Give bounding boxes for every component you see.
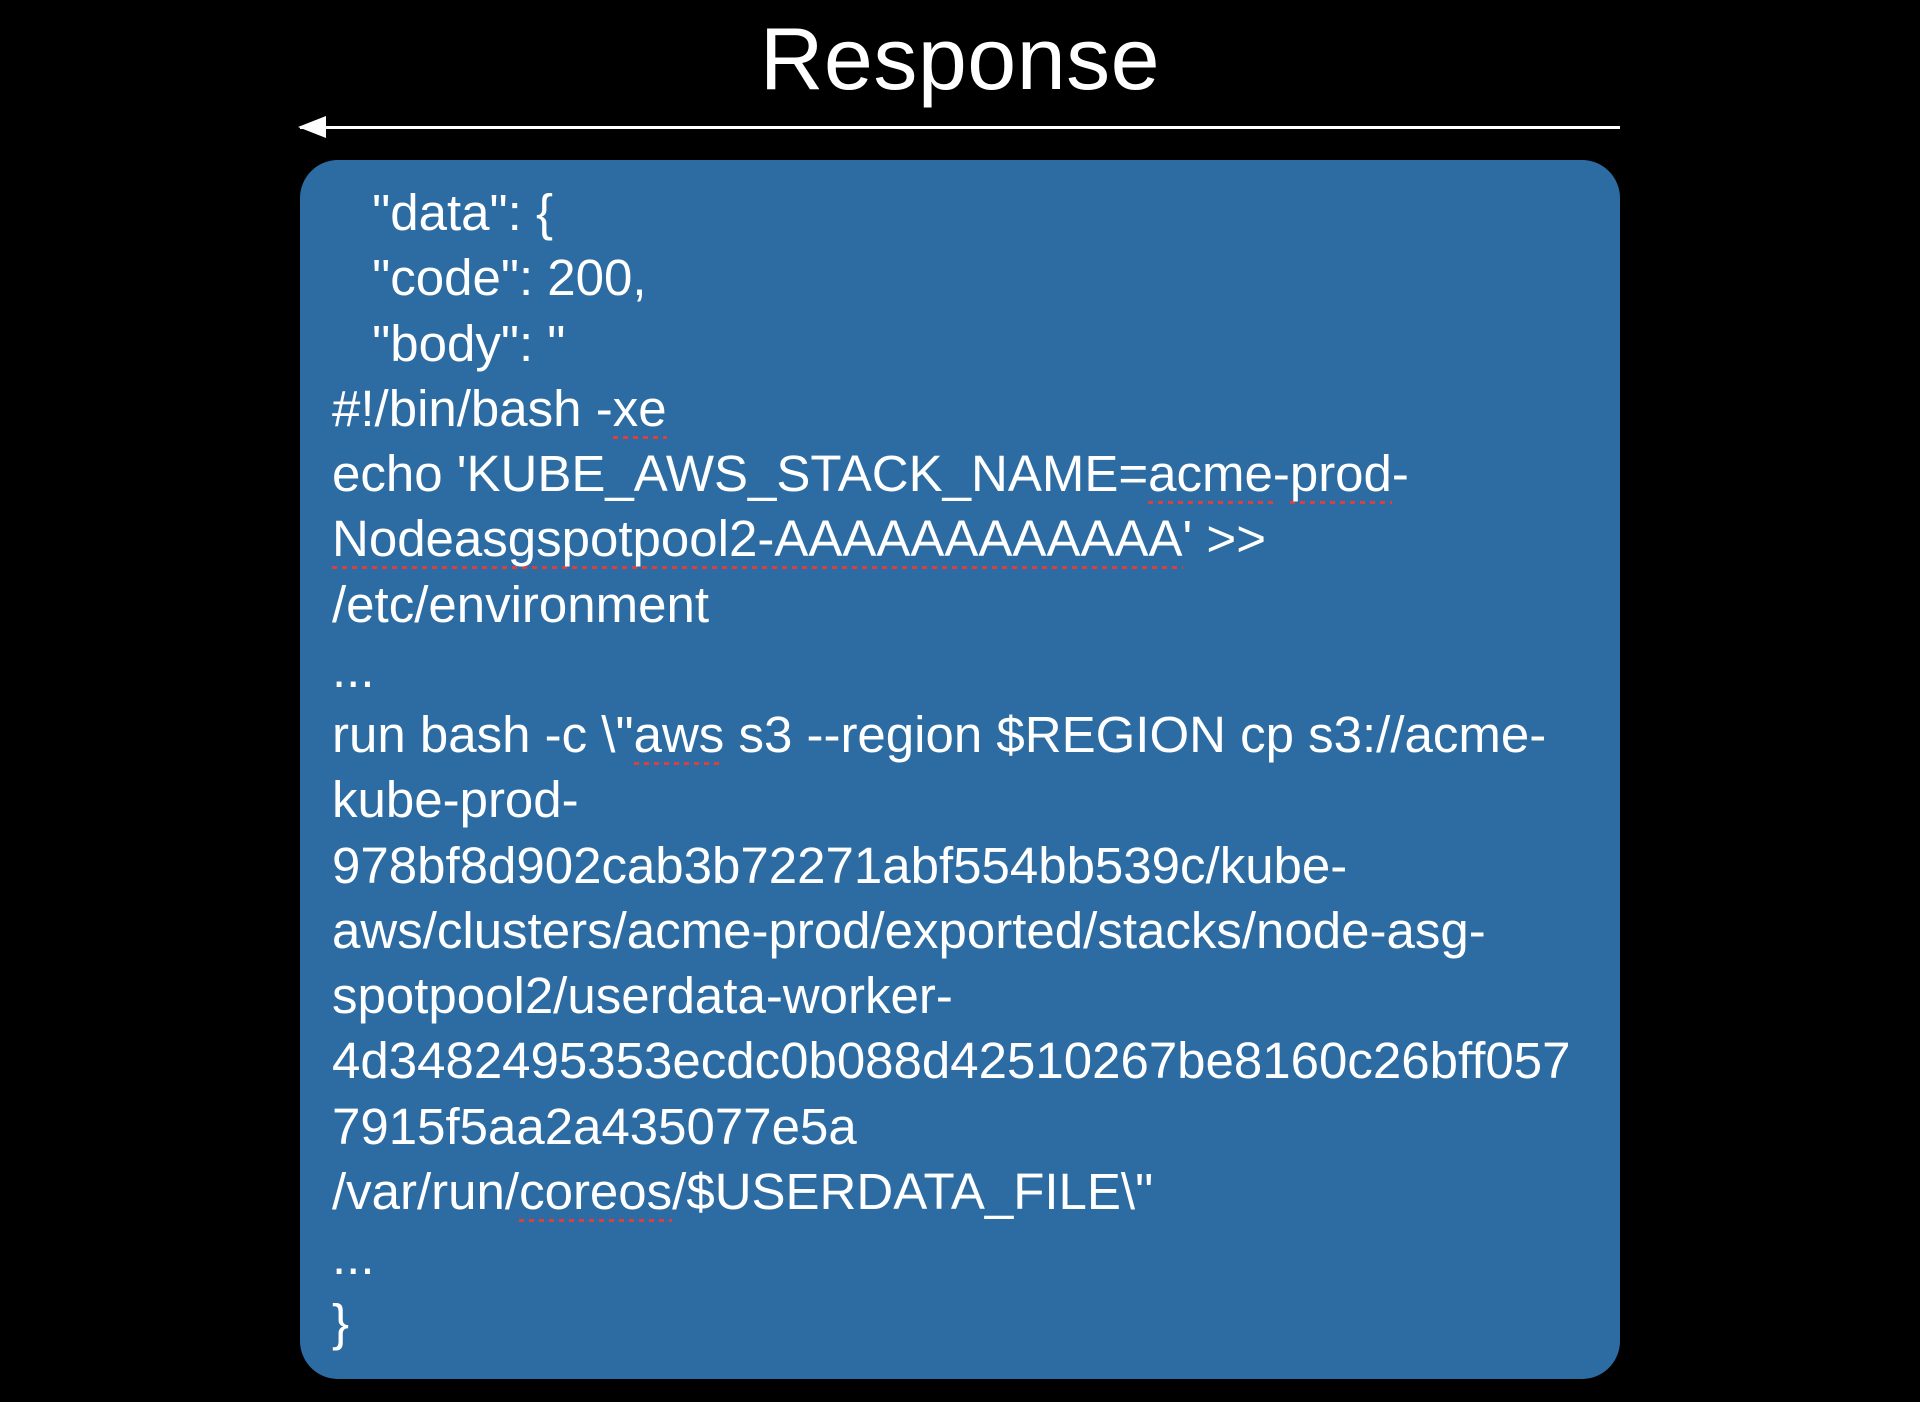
spellcheck-underline: coreos bbox=[519, 1163, 672, 1222]
slide: Response "data": { "code": 200, "body": … bbox=[0, 8, 1920, 1402]
spellcheck-underline: xe bbox=[613, 380, 667, 439]
code-line-close: } bbox=[332, 1290, 1588, 1355]
spellcheck-underline: aws bbox=[634, 706, 725, 765]
code-line-run: run bash -c \"aws s3 --region $REGION cp… bbox=[332, 702, 1588, 1224]
code-line-data: "data": { bbox=[332, 180, 1588, 245]
code-line-shebang: #!/bin/bash -xe bbox=[332, 376, 1588, 441]
spellcheck-underline: Nodeasgspotpool2-AAAAAAAAAAAA bbox=[332, 510, 1183, 569]
code-line-code: "code": 200, bbox=[332, 245, 1588, 310]
code-block: "data": { "code": 200, "body": " #!/bin/… bbox=[300, 160, 1620, 1379]
code-line-ellipsis: ... bbox=[332, 637, 1588, 702]
spellcheck-underline: prod bbox=[1290, 445, 1392, 504]
slide-title: Response bbox=[0, 8, 1920, 110]
code-line-echo: echo 'KUBE_AWS_STACK_NAME=acme-prod-Node… bbox=[332, 441, 1588, 637]
arrow-line bbox=[300, 126, 1620, 129]
code-line-ellipsis2: ... bbox=[332, 1224, 1588, 1289]
code-line-body: "body": " bbox=[332, 311, 1588, 376]
spellcheck-underline: acme bbox=[1148, 445, 1273, 504]
response-arrow bbox=[300, 118, 1620, 138]
